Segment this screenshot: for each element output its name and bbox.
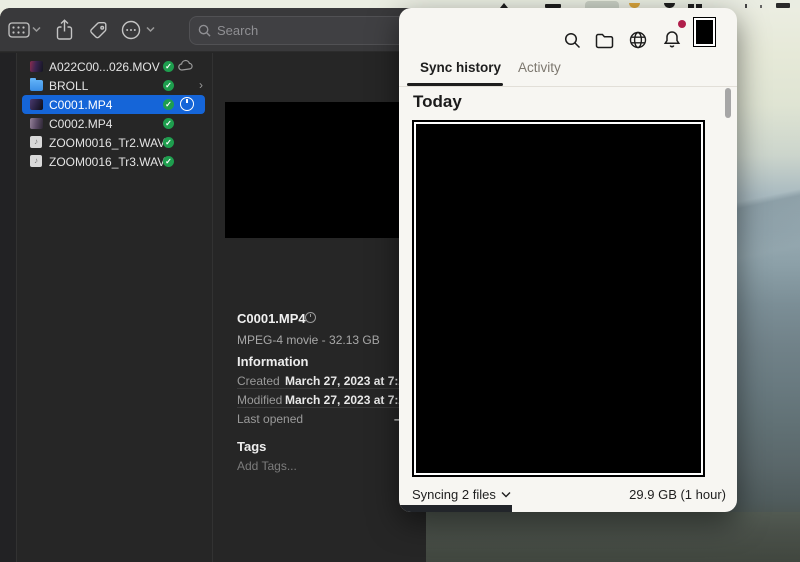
sync-progress-bar [399,505,512,512]
finder-toolbar [0,8,426,52]
chevron-right-icon: › [199,78,203,92]
menu-bar [0,0,800,8]
search-input[interactable] [217,23,377,38]
search-field[interactable] [189,16,421,45]
video-thumbnail-icon [30,61,43,72]
syncing-status-dropdown[interactable]: Syncing 2 files [412,487,511,502]
file-name: C0001.MP4 [49,98,112,112]
tab-sync-history[interactable]: Sync history [420,60,501,75]
information-header: Information [237,354,309,369]
file-row-c0002[interactable]: C0002.MP4 [22,114,205,133]
sync-pending-icon [305,312,316,323]
screen-recording-indicator[interactable] [585,1,619,8]
info-label: Created [237,374,280,388]
bell-icon[interactable] [663,30,681,49]
file-name: BROLL [49,79,88,93]
sidebar-edge [0,53,16,562]
file-row-broll[interactable]: BROLL › [22,76,205,95]
divider [399,86,737,87]
share-icon[interactable] [56,19,73,41]
menu-extra-icon[interactable] [745,4,747,8]
file-row-c0001-selected[interactable]: C0001.MP4 [22,95,205,114]
wallpaper-foreground [426,512,800,562]
syncing-status-label: Syncing 2 files [412,487,496,502]
sync-popup: Sync history Activity Today Syncing 2 fi… [399,8,737,512]
search-icon[interactable] [564,32,581,49]
column-divider [16,53,17,562]
sync-history-list-redacted[interactable] [412,120,705,477]
audio-file-icon: ♪ [30,136,42,148]
divider [237,388,400,389]
file-name: C0002.MP4 [49,117,112,131]
search-icon [198,24,211,37]
file-row-zoom-tr2[interactable]: ♪ ZOOM0016_Tr2.WAV [22,133,205,152]
video-thumbnail-icon [30,118,43,129]
view-options-icon[interactable] [8,22,30,38]
tags-header: Tags [237,439,266,454]
more-actions-icon[interactable] [121,20,141,40]
menu-extra-icon[interactable] [760,5,762,8]
menu-extra-icon[interactable] [776,3,790,8]
synced-badge-icon [163,156,174,167]
synced-badge-icon [163,118,174,129]
info-label: Last opened [237,412,303,426]
preview-title: C0001.MP4 [237,311,306,326]
video-thumbnail-icon [30,99,43,110]
tab-activity[interactable]: Activity [518,60,561,75]
file-name: A022C00...026.MOV [49,60,160,74]
synced-badge-icon [163,80,174,91]
add-tags-field[interactable]: Add Tags... [237,459,297,473]
storage-usage-label: 29.9 GB (1 hour) [629,487,726,502]
cloud-download-icon [178,59,194,72]
folder-icon [30,80,43,91]
synced-badge-icon [163,137,174,148]
wallpaper-mountain-ridge [736,165,800,285]
divider [237,407,400,408]
globe-icon[interactable] [629,31,647,49]
preview-thumbnail[interactable] [225,102,399,238]
chevron-down-icon [501,491,511,498]
chevron-down-icon[interactable] [32,26,41,33]
sync-progress-icon [180,97,194,111]
audio-file-icon: ♪ [30,155,42,167]
file-row-zoom-tr3[interactable]: ♪ ZOOM0016_Tr3.WAV [22,152,205,171]
file-name: ZOOM0016_Tr3.WAV [49,155,165,169]
finder-window: A022C00...026.MOV BROLL › C0001.MP4 C000… [0,8,426,562]
file-row-a022[interactable]: A022C00...026.MOV [22,57,205,76]
notification-badge [678,20,686,28]
chevron-down-icon[interactable] [146,26,155,33]
file-name: ZOOM0016_Tr2.WAV [49,136,165,150]
account-avatar[interactable] [693,17,716,47]
section-title: Today [413,92,462,112]
column-divider[interactable] [212,53,213,562]
preview-subtitle: MPEG-4 movie - 32.13 GB [237,333,380,347]
synced-badge-icon [163,61,174,72]
scrollbar-thumb[interactable] [725,88,731,118]
synced-badge-icon [163,99,174,110]
folder-icon[interactable] [595,33,614,49]
info-label: Modified [237,393,282,407]
tag-icon[interactable] [89,21,109,41]
